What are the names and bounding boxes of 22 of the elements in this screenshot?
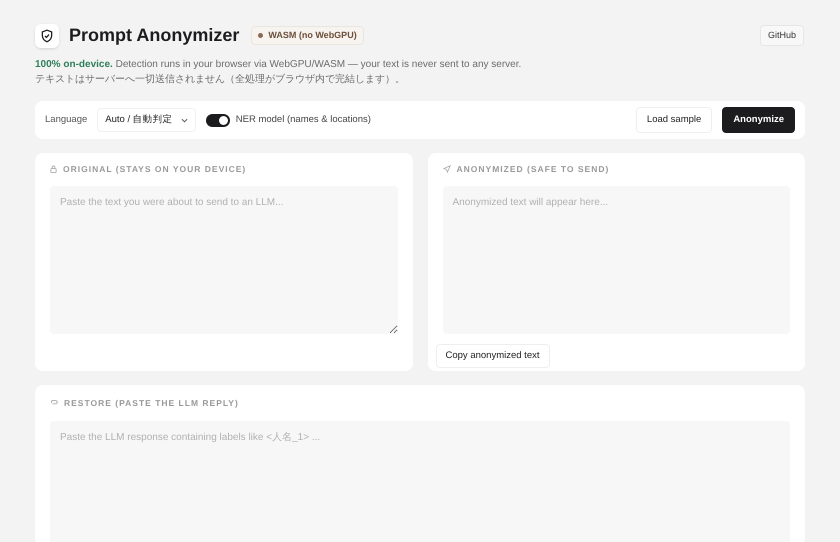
chevron-down-icon: [180, 118, 188, 122]
ner-label: NER model (names & locations): [236, 112, 371, 127]
panel-title: ANONYMIZED (SAFE TO SEND): [456, 163, 610, 176]
restore-input[interactable]: Paste the LLM response containing labels like <人名_1> ...: [50, 420, 790, 542]
lock-icon: [50, 165, 57, 174]
ner-toggle[interactable]: [206, 114, 230, 126]
panel-title: ORIGINAL (STAYS ON YOUR DEVICE): [63, 163, 246, 176]
github-link[interactable]: GitHub: [760, 24, 804, 46]
app-title: Prompt Anonymizer: [69, 24, 240, 47]
backend-badge: WASM (no WebGPU): [251, 26, 364, 46]
panel-title: RESTORE (PASTE THE LLM REPLY): [64, 397, 239, 410]
shield-icon: [35, 24, 59, 48]
anonymized-output[interactable]: Anonymized text will appear here...: [442, 186, 790, 334]
anonymize-button[interactable]: Anonymize: [722, 106, 795, 134]
copy-button[interactable]: Copy anonymized text: [436, 344, 550, 368]
undo-icon: [50, 399, 58, 408]
language-select[interactable]: Auto / 自動判定: [97, 108, 196, 132]
send-icon: [442, 165, 450, 174]
original-input[interactable]: Paste the text you were about to send to an LLM...: [50, 186, 398, 334]
load-sample-button[interactable]: Load sample: [636, 106, 712, 134]
description-text: 100% on-device. Detection runs in your browser via WebGPU/WASM — your text is never sent to any server. テキストはサーバーへ一切送信されません（全処理がブラウザ内で完結します）。: [35, 58, 522, 87]
language-label: Language: [45, 112, 88, 127]
